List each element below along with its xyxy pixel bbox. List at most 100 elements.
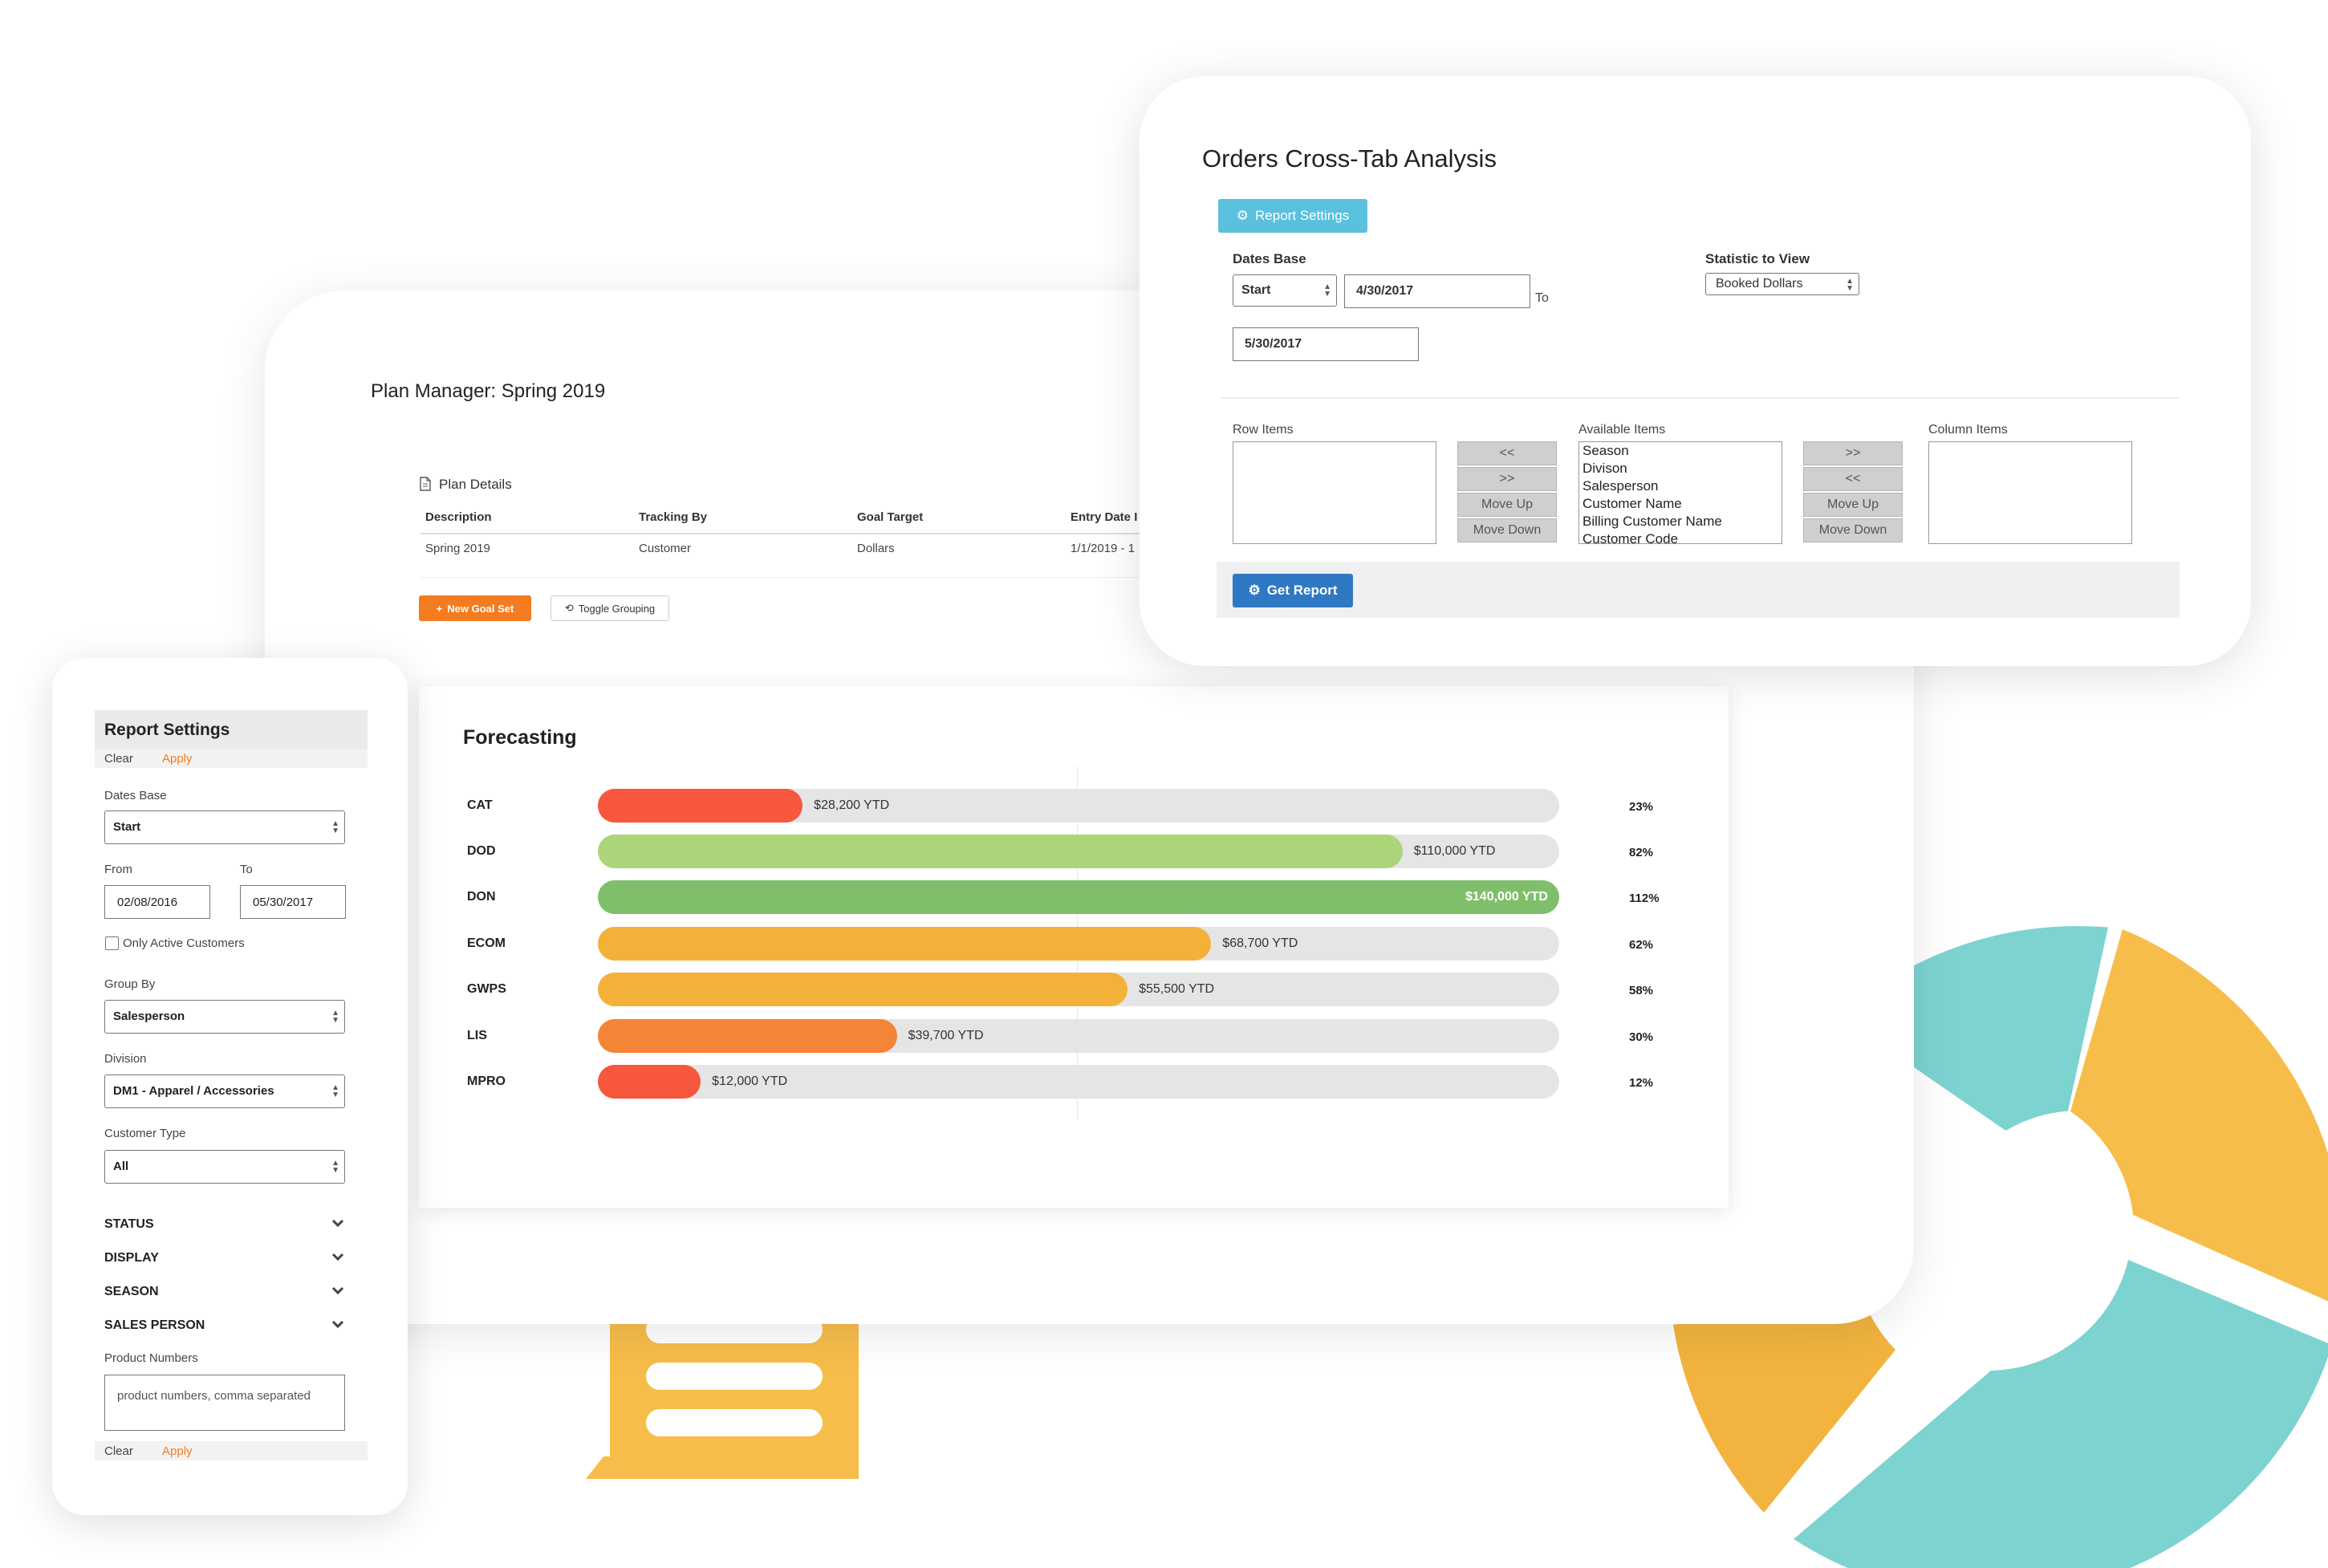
column-items-label: Column Items xyxy=(1928,423,2008,437)
move-column-right-button[interactable]: >> xyxy=(1803,441,1903,465)
get-report-button[interactable]: ⚙ Get Report xyxy=(1233,574,1353,607)
plan-details-label: Plan Details xyxy=(439,477,512,492)
division-select[interactable]: DM1 - Apparel / Accessories ▲ ▼ xyxy=(104,1074,345,1108)
forecast-row: MPRO $12,000 YTD 12% xyxy=(419,1065,1729,1100)
forecast-bar-fill xyxy=(598,880,1559,914)
chevron-down-icon[interactable] xyxy=(331,1219,344,1228)
from-date-input[interactable]: 02/08/2016 xyxy=(104,885,210,919)
available-items-listbox[interactable]: Season Divison Salesperson Customer Name… xyxy=(1578,441,1782,544)
group-by-value: Salesperson xyxy=(113,1009,185,1023)
column-header-description[interactable]: Description xyxy=(425,510,492,524)
list-item[interactable]: Billing Customer Name xyxy=(1579,513,1782,530)
list-item[interactable]: Customer Name xyxy=(1579,495,1782,513)
forecast-row: DON $140,000 YTD 112% xyxy=(419,880,1729,916)
get-report-footer xyxy=(1217,562,2180,618)
toggle-grouping-label: Toggle Grouping xyxy=(578,602,656,615)
division-value: DM1 - Apparel / Accessories xyxy=(113,1084,274,1098)
row-move-down-button[interactable]: Move Down xyxy=(1457,518,1557,542)
only-active-checkbox[interactable] xyxy=(105,936,119,950)
column-items-listbox[interactable] xyxy=(1928,441,2132,544)
dates-base-value: Start xyxy=(1241,283,1271,297)
new-goal-set-button[interactable]: + New Goal Set xyxy=(419,595,531,621)
to-date-input[interactable]: 05/30/2017 xyxy=(240,885,346,919)
clear-link[interactable]: Clear xyxy=(104,752,133,766)
customer-type-select[interactable]: All ▲ ▼ xyxy=(104,1150,345,1184)
list-item[interactable]: Customer Code xyxy=(1579,530,1782,543)
forecast-bar-track xyxy=(598,789,1559,823)
column-header-entry-date[interactable]: Entry Date I xyxy=(1071,510,1137,524)
select-arrows-icon: ▲ ▼ xyxy=(331,819,339,835)
forecast-category: MPRO xyxy=(467,1074,506,1088)
table-row-divider xyxy=(421,577,1159,578)
column-move-up-button[interactable]: Move Up xyxy=(1803,493,1903,517)
forecast-ytd-label: $12,000 YTD xyxy=(712,1074,788,1088)
list-item[interactable]: Divison xyxy=(1579,460,1782,477)
move-right-button[interactable]: >> xyxy=(1457,467,1557,491)
forecast-bar-track xyxy=(598,973,1559,1006)
dates-base-select[interactable]: Start ▲ ▼ xyxy=(1233,274,1337,307)
forecast-category: ECOM xyxy=(467,936,506,950)
forecast-bar-fill xyxy=(598,927,1212,961)
forecast-percent: 82% xyxy=(1629,846,1654,859)
report-settings-button[interactable]: ⚙ Report Settings xyxy=(1218,199,1367,233)
orders-crosstab-title: Orders Cross-Tab Analysis xyxy=(1202,144,1497,173)
plan-manager-title: Plan Manager: Spring 2019 xyxy=(371,380,606,402)
statistic-to-view-label: Statistic to View xyxy=(1705,251,1810,266)
list-item[interactable]: Season xyxy=(1579,442,1782,460)
chevron-down-icon[interactable] xyxy=(331,1320,344,1329)
forecast-bar-fill xyxy=(598,1065,701,1099)
document-icon xyxy=(420,477,431,491)
table-cell-tracking-by: Customer xyxy=(639,542,692,555)
product-numbers-label: Product Numbers xyxy=(104,1351,198,1365)
sales-person-section-toggle[interactable]: SALES PERSON xyxy=(104,1318,205,1333)
from-date-input[interactable]: 4/30/2017 xyxy=(1344,274,1530,308)
forecast-percent: 58% xyxy=(1629,984,1654,997)
apply-link[interactable]: Apply xyxy=(162,1444,193,1458)
list-item[interactable]: Salesperson xyxy=(1579,477,1782,495)
dates-base-select[interactable]: Start ▲ ▼ xyxy=(104,810,345,844)
select-arrows-icon: ▲ ▼ xyxy=(1323,282,1331,299)
row-move-up-button[interactable]: Move Up xyxy=(1457,493,1557,517)
forecast-row: ECOM $68,700 YTD 62% xyxy=(419,927,1729,962)
select-arrows-icon: ▲ ▼ xyxy=(331,1083,339,1099)
dates-base-value: Start xyxy=(113,820,141,834)
status-section-toggle[interactable]: STATUS xyxy=(104,1217,154,1232)
refresh-icon: ⟲ xyxy=(564,602,574,614)
only-active-label: Only Active Customers xyxy=(123,936,245,950)
forecast-ytd-label: $68,700 YTD xyxy=(1222,936,1298,950)
forecast-bar-fill xyxy=(598,1019,897,1053)
chevron-down-icon[interactable] xyxy=(331,1253,344,1261)
available-items-label: Available Items xyxy=(1578,423,1666,437)
new-goal-set-label: New Goal Set xyxy=(447,602,514,615)
group-by-select[interactable]: Salesperson ▲ ▼ xyxy=(104,1000,345,1034)
customer-type-label: Customer Type xyxy=(104,1127,186,1140)
display-section-toggle[interactable]: DISPLAY xyxy=(104,1251,159,1265)
row-items-label: Row Items xyxy=(1233,423,1294,437)
move-column-left-button[interactable]: << xyxy=(1803,467,1903,491)
column-header-goal-target[interactable]: Goal Target xyxy=(857,510,923,524)
select-arrows-icon: ▲ ▼ xyxy=(331,1159,339,1175)
season-section-toggle[interactable]: SEASON xyxy=(104,1285,159,1299)
clear-link[interactable]: Clear xyxy=(104,1444,133,1458)
move-all-left-button[interactable]: << xyxy=(1457,441,1557,465)
statistic-to-view-select[interactable]: Booked Dollars ▲ ▼ xyxy=(1705,273,1859,295)
forecast-percent: 62% xyxy=(1629,938,1654,952)
apply-link[interactable]: Apply xyxy=(162,752,193,766)
chevron-down-icon[interactable] xyxy=(331,1286,344,1295)
orders-crosstab-card: Orders Cross-Tab Analysis ⚙ Report Setti… xyxy=(1140,76,2251,666)
row-items-listbox[interactable] xyxy=(1233,441,1436,544)
to-date-input[interactable]: 5/30/2017 xyxy=(1233,327,1419,361)
from-label: From xyxy=(104,863,132,876)
product-numbers-textarea[interactable]: product numbers, comma separated xyxy=(104,1375,345,1431)
select-arrows-icon: ▲ ▼ xyxy=(1846,277,1854,293)
column-move-down-button[interactable]: Move Down xyxy=(1803,518,1903,542)
column-header-tracking-by[interactable]: Tracking By xyxy=(639,510,707,524)
toggle-grouping-button[interactable]: ⟲ Toggle Grouping xyxy=(551,595,669,621)
report-settings-actions-bar xyxy=(95,749,368,768)
forecast-category: CAT xyxy=(467,798,493,812)
division-label: Division xyxy=(104,1052,147,1066)
forecast-ytd-label: $110,000 YTD xyxy=(1413,844,1496,858)
group-by-label: Group By xyxy=(104,977,156,991)
dates-base-label: Dates Base xyxy=(104,789,167,802)
table-cell-description[interactable]: Spring 2019 xyxy=(425,542,490,555)
